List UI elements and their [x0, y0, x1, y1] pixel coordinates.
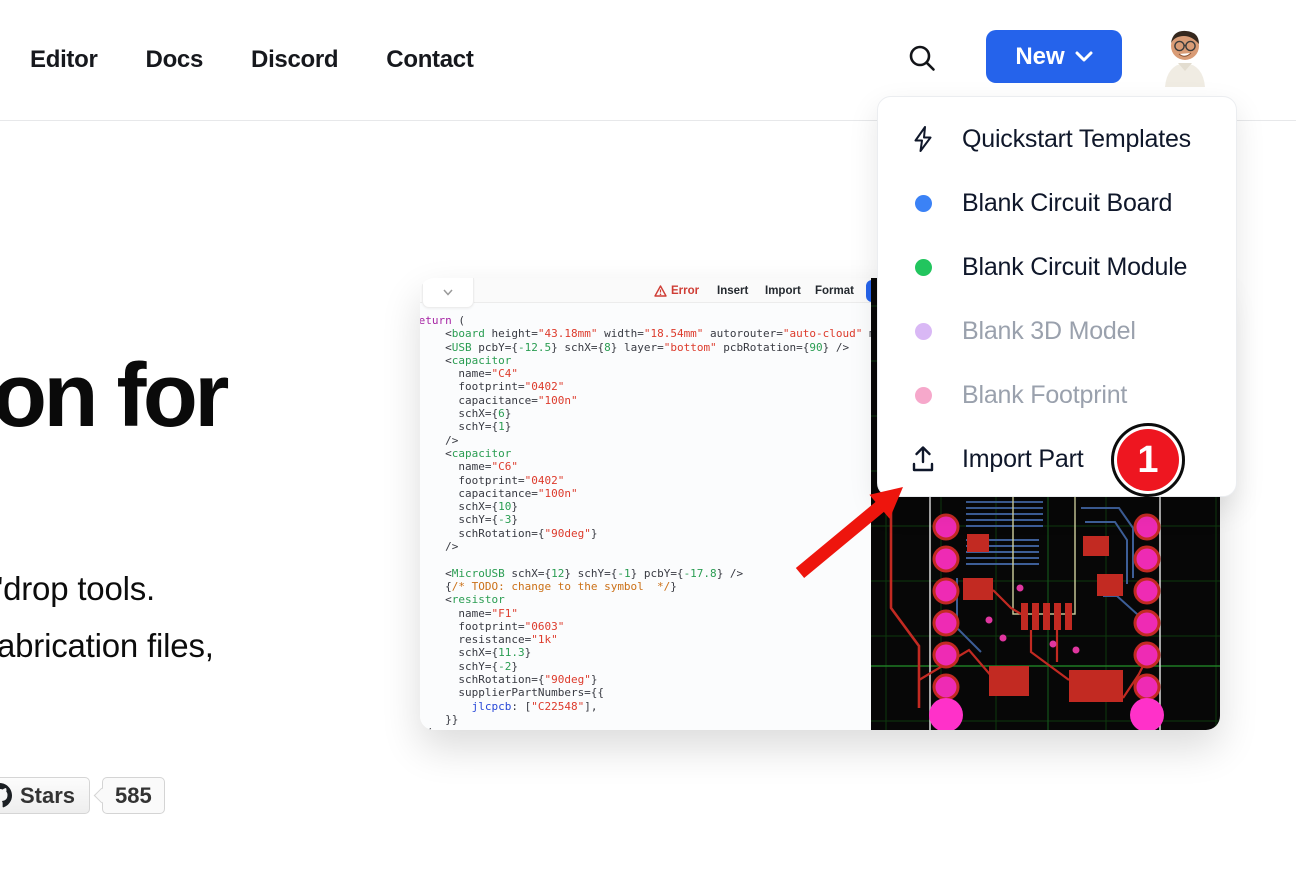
warning-triangle-icon [654, 285, 667, 297]
new-dropdown-menu: Quickstart Templates Blank Circuit Board B… [877, 96, 1237, 497]
page: Editor Docs Discord Contact New [0, 0, 1296, 872]
menu-item-label: Blank 3D Model [962, 317, 1136, 346]
new-menu-items: Quickstart Templates Blank Circuit Board B… [878, 107, 1236, 491]
github-count-wrap: 585 [102, 777, 165, 814]
avatar-photo [1158, 25, 1212, 87]
color-dot-icon [910, 323, 936, 340]
editor-error-indicator: Error [654, 278, 699, 303]
menu-item-label: Quickstart Templates [962, 125, 1191, 154]
github-stars-button[interactable]: Stars [0, 777, 90, 814]
hero-body-line1: 'drop tools. [0, 560, 214, 617]
nav-link-discord[interactable]: Discord [251, 46, 338, 74]
editor-import-menu: Import [765, 278, 801, 303]
annotation-badge-number: 1 [1117, 429, 1179, 491]
nav-link-contact[interactable]: Contact [386, 46, 473, 74]
github-octocat-icon [0, 783, 12, 808]
color-dot-icon [910, 195, 936, 212]
chevron-down-small-icon [443, 289, 453, 296]
menu-item-blank-footprint[interactable]: Blank Footprint [878, 363, 1236, 427]
color-dot-icon [910, 259, 936, 276]
color-dot-icon [910, 387, 936, 404]
menu-item-label: Blank Footprint [962, 381, 1127, 410]
github-stars-widget: Stars 585 [0, 777, 165, 814]
menu-item-label: Blank Circuit Board [962, 189, 1172, 218]
new-button[interactable]: New [986, 30, 1122, 83]
search-icon [907, 43, 937, 73]
lightning-icon [910, 125, 936, 153]
editor-error-label: Error [671, 285, 699, 297]
chevron-down-icon [1075, 51, 1093, 63]
menu-item-label: Import Part [962, 445, 1083, 474]
nav-links: Editor Docs Discord Contact [30, 0, 474, 120]
menu-item-blank-circuit-board[interactable]: Blank Circuit Board [878, 171, 1236, 235]
menu-item-blank-circuit-module[interactable]: Blank Circuit Module [878, 235, 1236, 299]
menu-item-quickstart-templates[interactable]: Quickstart Templates [878, 107, 1236, 171]
search-button[interactable] [903, 39, 941, 77]
code-editor-pane: Error Insert Import Format return ( <boa… [420, 278, 871, 730]
nav-link-editor[interactable]: Editor [30, 46, 98, 74]
menu-item-label: Blank Circuit Module [962, 253, 1187, 282]
github-stars-count[interactable]: 585 [102, 777, 165, 814]
editor-insert-menu: Insert [717, 278, 748, 303]
upload-icon [910, 445, 936, 473]
editor-collapse-toggle [422, 278, 474, 308]
new-button-label: New [1015, 43, 1064, 71]
menu-item-blank-3d-model[interactable]: Blank 3D Model [878, 299, 1236, 363]
github-stars-label: Stars [20, 783, 75, 809]
editor-toolbar: Error Insert Import Format [420, 278, 871, 303]
annotation-badge: 1 [1111, 423, 1185, 497]
hero-body-text: 'drop tools. abrication files, [0, 560, 214, 674]
editor-format-menu: Format [815, 278, 854, 303]
hero-body-line2: abrication files, [0, 617, 214, 674]
hero-heading-fragment: on for [0, 348, 226, 444]
nav-link-docs[interactable]: Docs [146, 46, 204, 74]
avatar[interactable] [1158, 25, 1212, 87]
